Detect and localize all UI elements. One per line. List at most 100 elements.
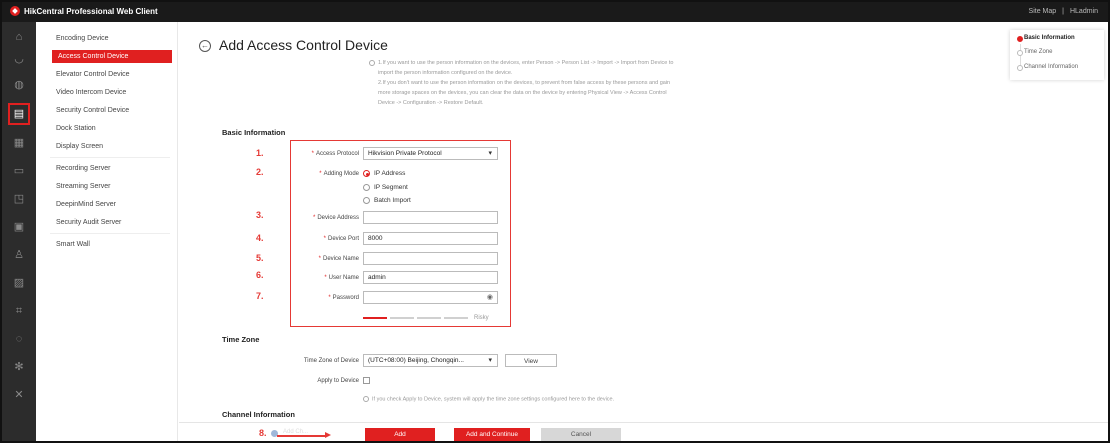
cancel-button[interactable]: Cancel (541, 428, 621, 441)
crop-icon[interactable]: ◳ (10, 190, 28, 208)
page-title: Add Access Control Device (219, 37, 388, 53)
scan-icon[interactable]: ⌗ (10, 302, 28, 320)
sidebar-item-display-screen[interactable]: Display Screen (50, 140, 170, 153)
back-arrow-icon[interactable]: ← (199, 40, 211, 52)
anchor-channel-information[interactable]: Channel Information (1024, 64, 1078, 70)
radio-unselected-icon (363, 184, 370, 191)
annotation-7: 7. (256, 291, 264, 301)
app-window: HikCentral Professional Web Client Site … (0, 0, 1110, 443)
sidebar-item-deepinmind-server[interactable]: DeepinMind Server (50, 198, 170, 211)
note-2-line-3: Device -> Configuration -> Restore Defau… (378, 100, 484, 106)
time-zone-select[interactable]: (UTC+08:00) Beijing, Chongqin... (363, 354, 498, 367)
sidebar-item-access-control-device[interactable]: Access Control Device (52, 50, 172, 63)
device-port-label: * Device Port (323, 236, 359, 242)
sidebar-item-video-intercom-device[interactable]: Video Intercom Device (50, 86, 170, 99)
image-icon[interactable]: ▨ (10, 274, 28, 292)
annotation-8: 8. (259, 428, 267, 438)
time-zone-label: Time Zone of Device (303, 358, 359, 364)
note-1-line-1: 1.If you want to use the person informat… (378, 60, 674, 66)
radio-selected-icon (363, 170, 370, 177)
sidebar-item-recording-server[interactable]: Recording Server (50, 162, 170, 175)
device-icon[interactable]: ▤ (8, 103, 30, 125)
top-separator: | (1062, 8, 1064, 15)
sidebar-item-security-control-device[interactable]: Security Control Device (50, 104, 170, 117)
annotation-3: 3. (256, 210, 264, 220)
check-icon[interactable]: ◌ (10, 330, 28, 348)
globe-icon[interactable]: ◍ (10, 76, 28, 94)
section-anchor-panel: Basic Information Time Zone Channel Info… (1010, 30, 1104, 80)
top-bar: HikCentral Professional Web Client Site … (2, 2, 1108, 22)
apply-to-device-checkbox[interactable] (363, 377, 370, 384)
document-icon[interactable]: ▭ (10, 162, 28, 180)
info-icon (369, 59, 375, 66)
device-port-input[interactable]: 8000 (363, 232, 498, 245)
gear-icon[interactable]: ✻ (10, 358, 28, 376)
tools-icon[interactable]: ✕ (10, 386, 28, 404)
device-address-input[interactable] (363, 211, 498, 224)
device-name-label: * Device Name (318, 256, 359, 262)
apply-to-device-label: Apply to Device (317, 378, 359, 384)
anchor-dot-active-icon (1017, 36, 1023, 42)
access-protocol-select[interactable]: Hikvision Private Protocol (363, 147, 498, 160)
add-button[interactable]: Add (365, 428, 435, 441)
strength-bar-2 (390, 317, 414, 319)
radio-batch-import-label: Batch Import (374, 197, 411, 204)
user-menu[interactable]: HLadmin (1070, 8, 1098, 15)
eye-icon[interactable]: ◉ (487, 292, 493, 303)
site-map-link[interactable]: Site Map (1029, 8, 1057, 15)
section-channel-information: Channel Information (222, 410, 295, 419)
access-protocol-label: * Access Protocol (311, 151, 359, 157)
radio-ip-address[interactable]: IP Address (363, 170, 405, 177)
password-strength: Risky (363, 315, 489, 321)
strength-bar-4 (444, 317, 468, 319)
section-time-zone: Time Zone (222, 335, 260, 344)
anchor-time-zone[interactable]: Time Zone (1024, 49, 1052, 55)
brand: HikCentral Professional Web Client (10, 6, 158, 16)
password-label: * Password (328, 295, 359, 301)
sidebar-item-security-audit-server[interactable]: Security Audit Server (50, 216, 170, 229)
note-2-line-2: more storage spaces on the devices, you … (378, 90, 667, 96)
radio-ip-segment[interactable]: IP Segment (363, 184, 408, 191)
password-input[interactable]: ◉ (363, 291, 498, 304)
strength-label: Risky (474, 315, 489, 321)
radio-batch-import[interactable]: Batch Import (363, 197, 411, 204)
view-button[interactable]: View (505, 354, 557, 367)
user-name-input[interactable]: admin (363, 271, 498, 284)
note-2-line-1: 2.If you don't want to use the person in… (378, 80, 671, 86)
annotation-2: 2. (256, 167, 264, 177)
top-links: Site Map | HLadmin (1029, 8, 1098, 15)
main-content: ← Add Access Control Device 1.If you wan… (179, 22, 1009, 422)
person-icon[interactable]: ♙ (10, 246, 28, 264)
info-icon (363, 396, 369, 402)
app-title: HikCentral Professional Web Client (24, 6, 158, 16)
module-rail: ⌂ ◡ ◍ ▤ ▦ ▭ ◳ ▣ ♙ ▨ ⌗ ◌ ✻ ✕ (2, 22, 36, 441)
panel-icon[interactable]: ▦ (10, 134, 28, 152)
shield-icon[interactable]: ◡ (10, 50, 28, 68)
annotation-5: 5. (256, 253, 264, 263)
home-icon[interactable]: ⌂ (10, 28, 28, 46)
radio-ip-address-label: IP Address (374, 170, 406, 177)
sidebar-item-encoding-device[interactable]: Encoding Device (50, 32, 170, 45)
annotation-6: 6. (256, 270, 264, 280)
sidebar-item-elevator-control-device[interactable]: Elevator Control Device (50, 68, 170, 81)
anchor-basic-information[interactable]: Basic Information (1024, 35, 1075, 41)
info-notes: 1.If you want to use the person informat… (369, 58, 799, 108)
anchor-dot-icon (1017, 50, 1023, 56)
time-zone-note: If you check Apply to Device, system wil… (363, 396, 614, 402)
device-name-input[interactable] (363, 252, 498, 265)
device-address-label: * Device Address (312, 215, 359, 221)
strength-bar-3 (417, 317, 441, 319)
annotation-4: 4. (256, 233, 264, 243)
hikvision-logo-icon (10, 6, 20, 16)
anchor-dot-icon (1017, 65, 1023, 71)
sidebar-item-dock-station[interactable]: Dock Station (50, 122, 170, 135)
section-basic-information: Basic Information (222, 128, 286, 137)
calendar-icon[interactable]: ▣ (10, 218, 28, 236)
sidebar-item-streaming-server[interactable]: Streaming Server (50, 180, 170, 193)
action-bar: 8. Add Ch... Add Add and Continue Cancel (179, 422, 1108, 441)
add-and-continue-button[interactable]: Add and Continue (454, 428, 530, 441)
radio-unselected-icon (363, 197, 370, 204)
sidebar-item-smart-wall[interactable]: Smart Wall (50, 238, 170, 251)
strength-bar-1 (363, 317, 387, 319)
note-1-line-2: import the person information configured… (378, 70, 513, 76)
